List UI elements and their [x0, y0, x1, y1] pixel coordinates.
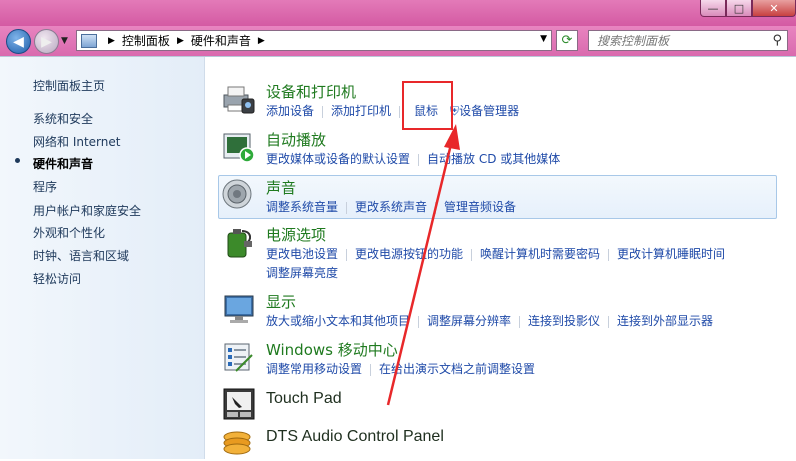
annotation-arrow-icon: [386, 124, 460, 406]
